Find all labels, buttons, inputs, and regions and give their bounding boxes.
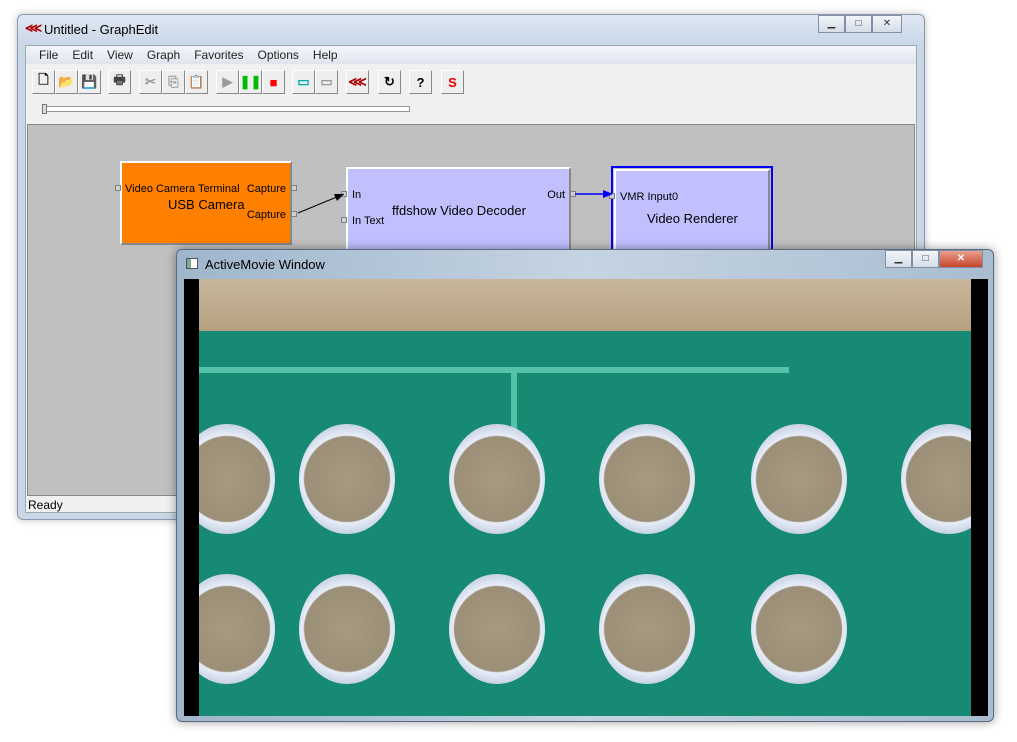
- new-icon: 🗋: [38, 72, 49, 87]
- pcb-pad: [299, 424, 395, 534]
- window-icon: [186, 258, 198, 269]
- paste-icon: 📋: [188, 74, 205, 89]
- video-background: [199, 279, 971, 331]
- menu-graph[interactable]: Graph: [140, 46, 187, 64]
- pcb-pad: [199, 424, 275, 534]
- video-frame: [199, 279, 971, 716]
- menu-bar: File Edit View Graph Favorites Options H…: [26, 46, 916, 64]
- stop-button[interactable]: ■: [262, 70, 285, 94]
- menu-help[interactable]: Help: [306, 46, 345, 64]
- refresh-icon: ↻: [384, 74, 395, 89]
- maximize-button[interactable]: □: [912, 250, 939, 268]
- window-title: Untitled - GraphEdit: [44, 22, 159, 37]
- close-button[interactable]: ✕: [872, 15, 902, 33]
- minimize-button[interactable]: ▁: [885, 250, 912, 268]
- open-button[interactable]: 📂: [55, 70, 78, 94]
- frame-step-button[interactable]: ▭: [315, 70, 338, 94]
- stop-icon: ■: [269, 74, 278, 90]
- pcb-pad: [599, 574, 695, 684]
- pcb-pad: [449, 574, 545, 684]
- help-icon: ?: [416, 74, 425, 90]
- cut-icon: ✂: [145, 74, 156, 89]
- arrow-head: [334, 194, 344, 201]
- print-icon: 🖶: [113, 72, 126, 87]
- cut-button[interactable]: ✂: [139, 70, 162, 94]
- play-button[interactable]: ▶: [216, 70, 239, 94]
- pause-icon: ❚❚: [239, 74, 262, 89]
- graphedit-logo-icon: ⋘: [348, 74, 367, 89]
- pcb-pad: [199, 574, 275, 684]
- seek-icon: ▭: [297, 74, 310, 89]
- app-icon: ⋘: [25, 21, 43, 35]
- save-button[interactable]: 💾: [78, 70, 101, 94]
- copy-button[interactable]: ⎘: [162, 70, 185, 94]
- print-button[interactable]: 🖶: [108, 70, 131, 94]
- pcb-trace: [511, 373, 517, 433]
- maximize-button[interactable]: □: [845, 15, 872, 33]
- save-icon: 💾: [81, 74, 98, 89]
- paste-button[interactable]: 📋: [185, 70, 208, 94]
- slider-thumb[interactable]: [42, 104, 47, 114]
- refresh-button[interactable]: ↻: [378, 70, 401, 94]
- close-button[interactable]: ✕: [939, 250, 983, 268]
- window-controls: ▁ □ ✕: [818, 15, 902, 33]
- menu-view[interactable]: View: [100, 46, 140, 64]
- window-controls: ▁ □ ✕: [885, 250, 983, 268]
- play-icon: ▶: [222, 74, 233, 89]
- minimize-button[interactable]: ▁: [818, 15, 845, 33]
- arrow-head: [603, 190, 613, 198]
- pcb-pad: [299, 574, 395, 684]
- video-display: [184, 279, 988, 716]
- pcb-pad: [751, 424, 847, 534]
- sync-button[interactable]: S: [441, 70, 464, 94]
- pcb-pad: [599, 424, 695, 534]
- graphedit-logo-button[interactable]: ⋘: [346, 70, 369, 94]
- sync-icon: S: [448, 74, 457, 90]
- frame-step-icon: ▭: [320, 74, 333, 89]
- seek-button[interactable]: ▭: [292, 70, 315, 94]
- menu-edit[interactable]: Edit: [65, 46, 100, 64]
- status-bar: Ready: [28, 498, 63, 512]
- pcb-pad: [901, 424, 971, 534]
- menu-options[interactable]: Options: [251, 46, 306, 64]
- help-button[interactable]: ?: [409, 70, 432, 94]
- pause-button[interactable]: ❚❚: [239, 70, 262, 94]
- pcb-trace: [199, 367, 789, 373]
- open-icon: 📂: [58, 74, 75, 89]
- seek-slider[interactable]: [42, 104, 410, 114]
- copy-icon: ⎘: [168, 74, 179, 89]
- new-button[interactable]: 🗋: [32, 70, 55, 94]
- pcb-pad: [751, 574, 847, 684]
- pcb-pad: [449, 424, 545, 534]
- menu-file[interactable]: File: [32, 46, 65, 64]
- activemovie-window: ActiveMovie Window ▁ □ ✕: [176, 249, 994, 722]
- menu-favorites[interactable]: Favorites: [187, 46, 250, 64]
- window-title: ActiveMovie Window: [205, 257, 325, 272]
